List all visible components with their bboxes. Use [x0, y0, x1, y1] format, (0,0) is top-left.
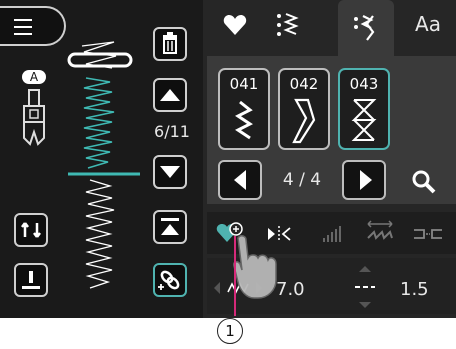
- tab-stitches[interactable]: [338, 0, 394, 56]
- stitch-043[interactable]: 043: [338, 68, 390, 150]
- needle-position-button[interactable]: [14, 263, 48, 297]
- length-arrows-icon[interactable]: [350, 262, 380, 312]
- page-next-button[interactable]: [342, 160, 386, 200]
- trash-icon: [163, 32, 177, 54]
- link-add-icon: [158, 270, 180, 290]
- sewing-machine-screen: A 6/11 Aa 041 042 043 4 / 4 7.0 1.5: [0, 0, 456, 318]
- heart-icon: [223, 15, 247, 35]
- page-counter: 6/11: [154, 122, 190, 141]
- tab-fonts-label: Aa: [415, 12, 441, 36]
- stitch-043-icon: [351, 99, 377, 141]
- stitch-number: 043: [349, 75, 379, 93]
- stitch-list-icon: [277, 13, 299, 36]
- tab-fonts[interactable]: Aa: [400, 0, 456, 48]
- arrow-top-icon: [161, 218, 179, 235]
- stitch-pattern-icon: [354, 15, 375, 41]
- arrow-down-icon: [160, 166, 180, 178]
- hand-pointer-icon: [233, 235, 277, 299]
- stitch-length-value: 1.5: [400, 279, 429, 300]
- stitch-preview: [67, 41, 140, 289]
- page-indicator: 4 / 4: [282, 170, 322, 190]
- presser-foot-icon: [23, 89, 45, 146]
- rotate-icon: [21, 222, 41, 238]
- stitch-041-icon: [235, 100, 253, 140]
- scroll-down-button[interactable]: [153, 155, 187, 189]
- callout-number: 1: [225, 322, 235, 340]
- presser-foot-badge: A: [22, 70, 46, 84]
- elongation-icon: [367, 220, 393, 240]
- tab-stitch-list[interactable]: [263, 0, 313, 48]
- needle-position-icon: [22, 271, 40, 289]
- callout-label: 1: [217, 318, 243, 344]
- menu-button[interactable]: [0, 6, 66, 46]
- stitch-042-icon: [292, 98, 316, 144]
- rotate-pattern-button[interactable]: [14, 213, 48, 247]
- connect-icon: [414, 229, 442, 239]
- link-button[interactable]: [153, 263, 187, 297]
- stitch-number: 042: [289, 75, 319, 93]
- page-prev-button[interactable]: [218, 160, 262, 200]
- stitch-041[interactable]: 041: [218, 68, 270, 150]
- density-icon: [323, 226, 341, 242]
- callout-line: [234, 236, 236, 316]
- triangle-right-icon: [360, 170, 372, 190]
- hamburger-menu-icon: [14, 19, 32, 35]
- scroll-up-button[interactable]: [153, 78, 187, 112]
- stitch-number: 041: [229, 75, 259, 93]
- stitch-042[interactable]: 042: [278, 68, 330, 150]
- search-icon[interactable]: [410, 168, 438, 196]
- presser-foot-letter: A: [29, 70, 39, 84]
- scroll-top-button[interactable]: [153, 210, 187, 244]
- delete-button[interactable]: [153, 27, 187, 61]
- arrow-up-icon: [160, 89, 180, 101]
- tab-favorites[interactable]: [210, 0, 260, 48]
- triangle-left-icon: [234, 170, 246, 190]
